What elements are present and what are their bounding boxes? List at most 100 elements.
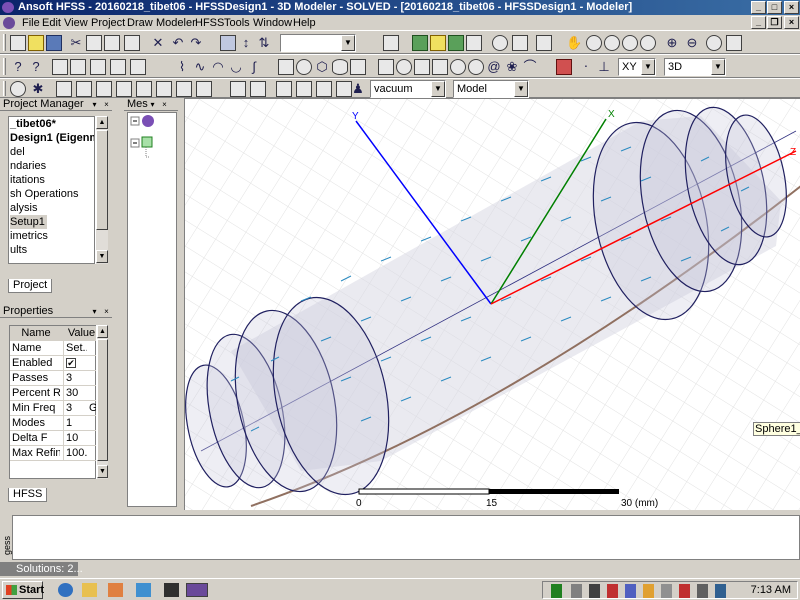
- solutions-minimized-window[interactable]: Solutions: 2...: [0, 562, 83, 576]
- 3d-scene[interactable]: Y X Z 0 15 30 (mm): [185, 99, 800, 510]
- property-row[interactable]: Percent R...30: [10, 386, 97, 401]
- menu-project[interactable]: Project: [91, 16, 125, 30]
- draw-torus-icon[interactable]: [468, 59, 484, 75]
- tray-icon[interactable]: [715, 584, 726, 598]
- app-icon[interactable]: [136, 583, 151, 597]
- tab-hfss[interactable]: HFSS: [8, 488, 48, 502]
- sheet-mode-icon[interactable]: [52, 59, 68, 75]
- split-icon[interactable]: [136, 81, 152, 97]
- menu-file[interactable]: File: [22, 16, 40, 30]
- draw-regular-polyhedron-icon[interactable]: [414, 59, 430, 75]
- dimension-combo[interactable]: 3D ▼: [664, 58, 726, 76]
- panel-pin-icon[interactable]: ▾: [90, 100, 99, 109]
- console-icon[interactable]: [164, 583, 179, 597]
- wrap-icon[interactable]: [250, 81, 266, 97]
- draw-box-icon[interactable]: [378, 59, 394, 75]
- analyze-icon[interactable]: [412, 35, 428, 51]
- subtract-icon[interactable]: [76, 81, 92, 97]
- new-file-icon[interactable]: [10, 35, 26, 51]
- property-row[interactable]: Delta F 10: [10, 431, 97, 446]
- wireframe-icon[interactable]: [70, 59, 86, 75]
- draw-ellipse-icon[interactable]: [332, 59, 348, 75]
- relative-cs-icon[interactable]: ⋅: [578, 59, 594, 75]
- property-row[interactable]: Name Set...: [10, 341, 97, 356]
- column-name-header[interactable]: Name: [12, 326, 60, 341]
- fit-selection-icon[interactable]: [492, 35, 508, 51]
- scroll-down-arrow[interactable]: ▼: [97, 465, 108, 478]
- property-row[interactable]: Enabled ✔: [10, 356, 97, 371]
- copy-image-icon[interactable]: [536, 35, 552, 51]
- ie-icon[interactable]: [58, 583, 73, 597]
- draw-cylinder-icon[interactable]: [396, 59, 412, 75]
- project-tree-scrollbar[interactable]: ▲ ▼: [95, 116, 108, 264]
- results-icon[interactable]: [430, 35, 446, 51]
- unite-icon[interactable]: [56, 81, 72, 97]
- tray-icon[interactable]: [607, 584, 618, 598]
- property-row[interactable]: Max Refin...100...: [10, 446, 97, 461]
- select-icon[interactable]: [220, 35, 236, 51]
- doc-minimize-button[interactable]: _: [751, 16, 766, 29]
- report-icon[interactable]: [466, 35, 482, 51]
- material-combo[interactable]: vacuum ▼: [370, 80, 446, 98]
- measure-icon[interactable]: [512, 35, 528, 51]
- model-tree-icon[interactable]: [10, 81, 26, 97]
- property-row[interactable]: Min Freq 3 G: [10, 401, 98, 416]
- hidden-line-icon[interactable]: [130, 59, 146, 75]
- properties-scrollbar[interactable]: ▲ ▼: [96, 325, 108, 479]
- draw-spiral-icon[interactable]: ❀: [504, 59, 520, 75]
- scroll-down-arrow[interactable]: ▼: [96, 250, 108, 263]
- menu-edit[interactable]: Edit: [42, 16, 61, 30]
- menu-view[interactable]: View: [64, 16, 88, 30]
- panel-pin-icon[interactable]: ▾: [148, 100, 157, 109]
- property-value[interactable]: 1: [63, 416, 87, 431]
- zoom-out-icon[interactable]: ⊖: [684, 35, 700, 51]
- help-icon[interactable]: ?: [10, 59, 26, 75]
- tree-item-setup1[interactable]: Setup1: [10, 215, 47, 229]
- sweep-icon[interactable]: ✱: [30, 81, 46, 97]
- plane-combo[interactable]: XY ▼: [618, 58, 656, 76]
- print-icon[interactable]: [124, 35, 140, 51]
- pan-icon[interactable]: ✋: [566, 35, 582, 51]
- draw-arc-center-icon[interactable]: ◡: [228, 59, 244, 75]
- zoom-in-icon[interactable]: ⊕: [664, 35, 680, 51]
- undo-icon[interactable]: ↶: [170, 35, 186, 51]
- panel-close-icon[interactable]: ×: [102, 307, 111, 316]
- enabled-checkbox[interactable]: ✔: [66, 358, 76, 369]
- menu-hfss[interactable]: HFSS: [195, 16, 224, 30]
- scroll-thumb[interactable]: [97, 339, 108, 461]
- tray-icon[interactable]: [571, 584, 582, 598]
- explorer-icon[interactable]: [82, 583, 97, 597]
- cut-icon[interactable]: ✂: [68, 35, 84, 51]
- menu-window[interactable]: Window: [253, 16, 292, 30]
- tree-item-optimetrics[interactable]: imetrics: [10, 229, 48, 243]
- panel-close-icon[interactable]: ×: [102, 100, 111, 109]
- draw-bondwire-icon[interactable]: ⌒: [522, 59, 538, 75]
- property-value[interactable]: Set...: [63, 341, 87, 356]
- tree-item-project[interactable]: _tibet06*: [10, 117, 56, 131]
- network-icon[interactable]: [661, 584, 672, 598]
- draw-circle-icon[interactable]: [296, 59, 312, 75]
- draw-line-icon[interactable]: ⌇: [174, 59, 190, 75]
- vertex-icon[interactable]: [316, 81, 332, 97]
- start-button[interactable]: Start: [2, 581, 44, 599]
- scroll-thumb[interactable]: [96, 130, 108, 230]
- draw-equation-curve-icon[interactable]: ∫: [246, 59, 262, 75]
- draw-sphere-icon[interactable]: [450, 59, 466, 75]
- tray-icon[interactable]: [697, 584, 708, 598]
- tree-item-boundaries[interactable]: ndaries: [10, 159, 46, 173]
- edge-icon[interactable]: [296, 81, 312, 97]
- validate-icon[interactable]: [383, 35, 399, 51]
- sweep-along-icon[interactable]: [196, 81, 212, 97]
- adobe-icon[interactable]: [679, 584, 690, 598]
- fit-all-icon[interactable]: [706, 35, 722, 51]
- box-mode-icon[interactable]: [90, 59, 106, 75]
- tree-item-model[interactable]: del: [10, 145, 25, 159]
- scroll-up-arrow[interactable]: ▲: [96, 116, 108, 129]
- delete-icon[interactable]: ✕: [150, 35, 166, 51]
- hfss-taskbar-icon[interactable]: [186, 583, 208, 597]
- solid-mode-icon[interactable]: [110, 59, 126, 75]
- clock[interactable]: 7:13 AM: [751, 582, 791, 599]
- separate-icon[interactable]: [156, 81, 172, 97]
- minimize-button[interactable]: _: [751, 1, 766, 14]
- tree-item-design[interactable]: Design1 (Eigenmode: [10, 131, 94, 145]
